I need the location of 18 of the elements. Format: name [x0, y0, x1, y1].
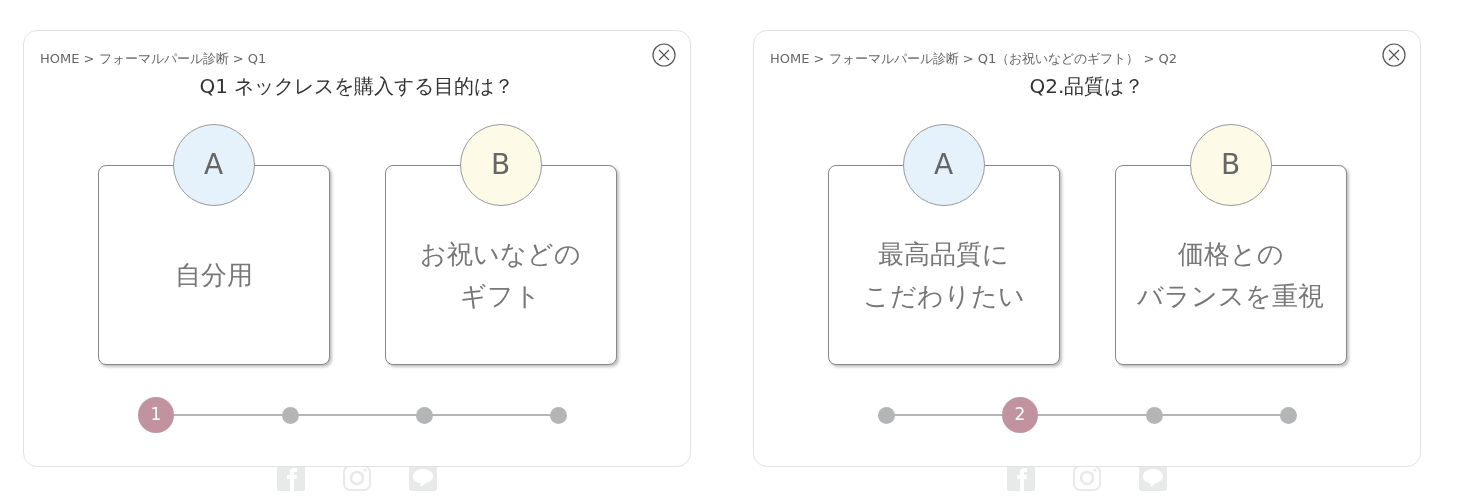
option-letter: A: [902, 124, 985, 206]
close-icon[interactable]: [652, 43, 676, 67]
option-letter: B: [1189, 124, 1272, 206]
facebook-icon[interactable]: [277, 465, 305, 491]
option-letter: B: [459, 124, 542, 206]
chat-bubble-icon[interactable]: [409, 465, 437, 491]
option-letter: A: [172, 124, 255, 206]
question-title: Q2.品質は？: [1028, 73, 1146, 100]
breadcrumb: HOME > フォーマルパール診断 > Q1: [40, 51, 267, 66]
instagram-icon[interactable]: [1073, 465, 1101, 491]
question-title: Q1 ネックレスを購入する目的は？: [198, 73, 516, 100]
progress-step: 2: [1002, 397, 1038, 433]
instagram-icon[interactable]: [343, 465, 371, 491]
progress-step: 1: [138, 397, 174, 433]
close-icon[interactable]: [1382, 43, 1406, 67]
facebook-icon[interactable]: [1007, 465, 1035, 491]
chat-bubble-icon[interactable]: [1139, 465, 1167, 491]
breadcrumb: HOME > フォーマルパール診断 > Q1（お祝いなどのギフト） > Q2: [770, 51, 1177, 66]
